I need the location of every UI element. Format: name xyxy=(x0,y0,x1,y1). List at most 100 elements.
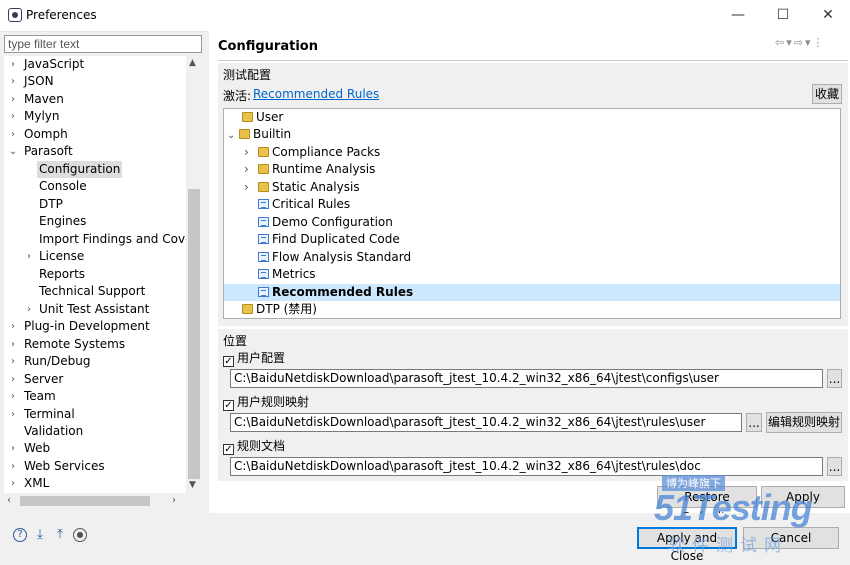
user-config-checkbox[interactable]: ✓ 用户配置 xyxy=(223,349,285,367)
title-separator xyxy=(218,60,848,61)
rule-config-icon xyxy=(258,199,269,209)
page-title: Configuration xyxy=(218,39,318,54)
back-menu-icon[interactable]: ▾ xyxy=(786,36,794,49)
user-folder-icon xyxy=(242,112,253,122)
folder-icon xyxy=(258,182,269,192)
folder-icon xyxy=(258,164,269,174)
close-button[interactable]: ✕ xyxy=(808,4,848,26)
maximize-button[interactable]: ☐ xyxy=(763,4,803,26)
tree-item-validation[interactable]: Validation xyxy=(24,423,83,440)
chevron-right-icon[interactable]: › xyxy=(8,336,18,353)
favorite-button[interactable]: 收藏 xyxy=(812,84,842,104)
config-node-user[interactable]: User xyxy=(242,109,283,126)
chevron-right-icon[interactable]: › xyxy=(8,406,18,423)
rule-docs-path-field[interactable]: C:\BaiduNetdiskDownload\parasoft_jtest_1… xyxy=(230,457,823,476)
config-node-flow-analysis-standard[interactable]: Flow Analysis Standard xyxy=(258,249,411,266)
view-menu-icon[interactable]: ⋮ xyxy=(813,36,826,49)
tree-horizontal-scroll-thumb[interactable] xyxy=(20,496,150,506)
chevron-right-icon[interactable]: › xyxy=(8,440,18,457)
chevron-right-icon[interactable]: › xyxy=(8,475,18,492)
chevron-right-icon[interactable]: › xyxy=(8,108,18,125)
chevron-right-icon[interactable]: › xyxy=(244,144,258,161)
config-node-metrics[interactable]: Metrics xyxy=(258,266,316,283)
chevron-right-icon[interactable]: › xyxy=(8,318,18,335)
chevron-right-icon[interactable]: › xyxy=(8,371,18,388)
tree-item-console[interactable]: Console xyxy=(39,178,87,195)
chevron-right-icon[interactable]: › xyxy=(24,301,34,318)
record-icon[interactable]: ● xyxy=(73,528,87,542)
tree-item-import-findings[interactable]: Import Findings and Cover xyxy=(39,231,186,248)
chevron-right-icon[interactable]: › xyxy=(8,91,18,108)
history-navigation[interactable]: ⇦▾⇨▾⋮ xyxy=(775,36,826,49)
active-label: 激活: xyxy=(223,89,252,103)
rule-docs-checkbox[interactable]: ✓ 规则文档 xyxy=(223,437,285,455)
test-config-group-label: 测试配置 xyxy=(223,68,272,82)
apply-and-close-button[interactable]: Apply and Close xyxy=(637,527,737,563)
tree-item-dtp[interactable]: DTP xyxy=(39,196,63,213)
tree-item-technical-support[interactable]: Technical Support xyxy=(39,283,145,300)
config-node-critical-rules[interactable]: Critical Rules xyxy=(258,196,350,213)
preferences-tree: › JavaScript › JSON › Maven › Mylyn › Oomph ⌄… xyxy=(4,56,186,493)
filter-input[interactable] xyxy=(4,35,202,53)
config-node-recommended-rules[interactable]: Recommended Rules xyxy=(224,284,840,301)
chevron-down-icon[interactable]: ⌄ xyxy=(8,143,18,160)
chevron-right-icon[interactable]: › xyxy=(8,353,18,370)
user-rule-map-checkbox[interactable]: ✓ 用户规则映射 xyxy=(223,393,309,411)
cancel-button[interactable]: Cancel xyxy=(743,527,839,549)
tree-vertical-scroll-thumb[interactable] xyxy=(188,189,200,479)
chevron-right-icon[interactable]: › xyxy=(8,73,18,90)
rule-docs-browse-button[interactable]: ... xyxy=(827,457,842,476)
checkmark-icon[interactable]: ✓ xyxy=(223,444,234,455)
chevron-right-icon[interactable]: › xyxy=(8,458,18,475)
chevron-right-icon[interactable]: › xyxy=(244,179,258,196)
test-config-tree: User ⌄ Builtin › Compliance Packs › Runtime… xyxy=(223,108,841,319)
checkmark-icon[interactable]: ✓ xyxy=(223,356,234,367)
minimize-button[interactable]: — xyxy=(718,4,758,26)
chevron-right-icon[interactable]: › xyxy=(244,161,258,178)
rule-config-icon xyxy=(258,217,269,227)
config-node-find-duplicated-code[interactable]: Find Duplicated Code xyxy=(258,231,400,248)
config-node-builtin[interactable]: ⌄ Builtin xyxy=(227,126,291,143)
export-icon[interactable]: ⤒ xyxy=(53,528,67,542)
chevron-down-icon[interactable]: ⌄ xyxy=(227,127,239,144)
checkmark-icon[interactable]: ✓ xyxy=(223,400,234,411)
tree-item-engines[interactable]: Engines xyxy=(39,213,86,230)
scroll-up-icon[interactable]: ▲ xyxy=(189,58,196,68)
config-node-compliance-packs[interactable]: › Compliance Packs xyxy=(244,144,380,161)
back-icon[interactable]: ⇦ xyxy=(775,36,786,49)
user-rule-map-path-field[interactable]: C:\BaiduNetdiskDownload\parasoft_jtest_1… xyxy=(230,413,742,432)
edit-rule-map-button[interactable]: 编辑规则映射 xyxy=(766,412,842,433)
tree-item-configuration[interactable]: Configuration xyxy=(37,161,123,178)
window-title: Preferences xyxy=(26,8,97,22)
config-node-demo-configuration[interactable]: Demo Configuration xyxy=(258,214,393,231)
location-group-label: 位置 xyxy=(223,334,248,348)
user-config-path-field[interactable]: C:\BaiduNetdiskDownload\parasoft_jtest_1… xyxy=(230,369,823,388)
scroll-right-icon[interactable]: › xyxy=(172,495,176,506)
builtin-folder-icon xyxy=(239,129,250,139)
scroll-left-icon[interactable]: ‹ xyxy=(7,495,11,506)
import-icon[interactable]: ⤓ xyxy=(33,528,47,542)
user-rule-map-browse-button[interactable]: ... xyxy=(746,413,762,432)
dtp-folder-icon xyxy=(242,304,253,314)
chevron-right-icon[interactable]: › xyxy=(8,56,18,73)
restore-defaults-button[interactable]: Restore Defaults xyxy=(657,486,757,524)
active-config-link[interactable]: Recommended Rules xyxy=(253,87,379,101)
config-node-static-analysis[interactable]: › Static Analysis xyxy=(244,179,360,196)
config-node-dtp[interactable]: DTP (禁用) xyxy=(242,301,317,318)
chevron-right-icon[interactable]: › xyxy=(8,126,18,143)
help-icon[interactable]: ? xyxy=(13,528,27,542)
rule-config-icon xyxy=(258,287,269,297)
forward-icon[interactable]: ⇨ xyxy=(794,36,805,49)
scroll-down-icon[interactable]: ▼ xyxy=(189,480,196,490)
chevron-right-icon[interactable]: › xyxy=(24,248,34,265)
tree-item-reports[interactable]: Reports xyxy=(39,266,85,283)
forward-menu-icon[interactable]: ▾ xyxy=(805,36,813,49)
rule-config-icon xyxy=(258,252,269,262)
user-config-browse-button[interactable]: ... xyxy=(827,369,842,388)
rule-config-icon xyxy=(258,234,269,244)
folder-icon xyxy=(258,147,269,157)
config-node-runtime-analysis[interactable]: › Runtime Analysis xyxy=(244,161,375,178)
apply-button[interactable]: Apply xyxy=(761,486,845,508)
chevron-right-icon[interactable]: › xyxy=(8,388,18,405)
rule-config-icon xyxy=(258,269,269,279)
